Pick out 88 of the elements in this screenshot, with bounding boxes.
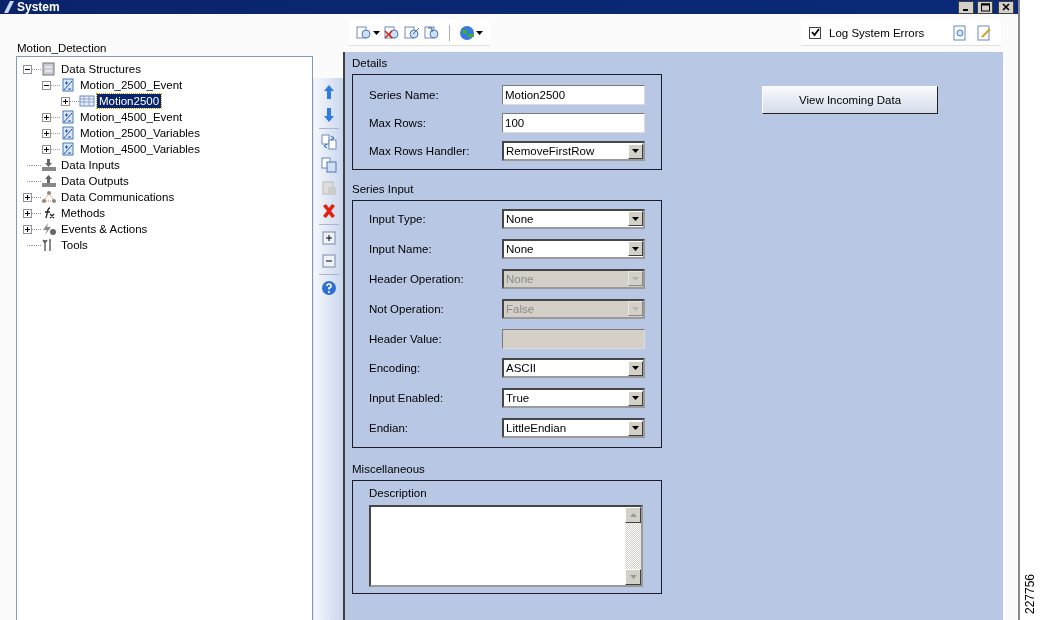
- field-label: Header Operation:: [369, 272, 464, 285]
- field-label: Endian:: [369, 422, 408, 435]
- dropdown-arrow-icon: [632, 306, 639, 311]
- plus-minus-document-icon: [60, 142, 76, 156]
- expand-icon[interactable]: [42, 112, 51, 122]
- dropdown-arrow-icon: [632, 149, 639, 153]
- field-label: Input Enabled:: [369, 392, 444, 405]
- paste-icon: [320, 180, 337, 196]
- scroll-up-icon: [629, 513, 637, 518]
- view-incoming-data-button[interactable]: View Incoming Data: [762, 86, 938, 114]
- tray-up-arrow-icon: [41, 174, 57, 188]
- input-field[interactable]: 100: [502, 113, 645, 133]
- collapse-all-icon: [320, 253, 337, 269]
- collapse-icon[interactable]: [23, 64, 32, 74]
- tree-item[interactable]: Data Outputs: [59, 174, 131, 188]
- maximize-icon: [980, 2, 990, 12]
- dropdown-arrow-icon: [476, 30, 483, 35]
- dropdown-field[interactable]: None: [502, 238, 645, 259]
- tree-item[interactable]: Motion2500: [97, 94, 162, 108]
- tree-item[interactable]: Motion_4500_Variables: [78, 142, 202, 156]
- dropdown-field[interactable]: None: [502, 208, 645, 229]
- expand-all-icon: [320, 230, 337, 246]
- tree-item[interactable]: Events & Actions: [59, 222, 150, 236]
- dropdown-arrow-icon: [632, 276, 639, 281]
- scrollbar[interactable]: [625, 507, 641, 586]
- maximize-button[interactable]: [977, 0, 993, 14]
- tree-item[interactable]: Methods: [59, 206, 108, 220]
- description-field[interactable]: [369, 505, 643, 588]
- lightning-gear-icon: [41, 222, 57, 236]
- dropdown-arrow-icon: [632, 426, 639, 431]
- dropdown-arrow-icon: [632, 246, 639, 251]
- minimize-button[interactable]: [958, 0, 974, 14]
- dropdown-field[interactable]: RemoveFirstRow: [502, 141, 645, 161]
- section-title: Miscellaneous: [352, 462, 426, 478]
- tree-item[interactable]: Motion_4500_Event: [78, 110, 185, 124]
- plus-minus-document-icon: [60, 126, 76, 140]
- field-label: Not Operation:: [369, 302, 444, 315]
- field-label: Max Rows Handler:: [369, 145, 470, 157]
- close-button[interactable]: [998, 0, 1014, 14]
- expand-icon[interactable]: [23, 224, 32, 234]
- preview-button[interactable]: [951, 22, 969, 43]
- collapse-icon[interactable]: [42, 80, 51, 90]
- expand-icon[interactable]: [23, 192, 32, 202]
- swap-documents-button[interactable]: [318, 132, 339, 152]
- close-icon: [1002, 3, 1010, 11]
- expand-icon[interactable]: [42, 144, 51, 154]
- window-title: System: [17, 0, 61, 14]
- dropdown-arrow-icon: [632, 396, 639, 401]
- plus-minus-document-icon: [60, 78, 76, 92]
- field-label: Description: [369, 487, 428, 500]
- expand-icon[interactable]: [61, 96, 70, 106]
- delete-icon: [320, 203, 337, 219]
- tree-item[interactable]: Tools: [59, 238, 90, 252]
- figure-number: 227756: [1023, 573, 1037, 614]
- dropdown-arrow-icon: [632, 216, 639, 221]
- dropdown-arrow-icon: [629, 575, 637, 580]
- dropdown-arrow-icon: [373, 30, 380, 35]
- tree-item[interactable]: Data Structures: [59, 62, 143, 76]
- field-label: Input Name:: [369, 242, 432, 255]
- section-title: Details: [352, 56, 389, 71]
- dropdown-field[interactable]: ASCII: [502, 358, 645, 379]
- field-label: Max Rows:: [369, 117, 426, 129]
- tree-item[interactable]: Data Communications: [59, 190, 177, 204]
- dropdown-field[interactable]: True: [502, 388, 645, 409]
- dropdown-field[interactable]: LittleEndian: [502, 418, 645, 439]
- copy-icon: [320, 157, 337, 173]
- table-icon: [79, 94, 95, 108]
- input-field[interactable]: Motion2500: [502, 85, 645, 105]
- network-nodes-icon: [41, 190, 57, 204]
- tree-item[interactable]: Motion_2500_Variables: [78, 126, 202, 140]
- database-icon: [41, 62, 57, 76]
- dropdown-arrow-icon: [632, 366, 639, 371]
- tree-item[interactable]: Data Inputs: [59, 158, 122, 172]
- expand-icon[interactable]: [42, 128, 51, 138]
- field-label: Input Type:: [369, 212, 426, 225]
- tree-item[interactable]: Motion_2500_Event: [78, 78, 185, 92]
- expand-icon[interactable]: [23, 208, 32, 218]
- section-title: Series Input: [352, 182, 415, 197]
- field-label: Series Name:: [369, 89, 439, 101]
- project-name: Motion_Detection: [16, 41, 108, 56]
- field-label: Header Value:: [369, 332, 442, 345]
- field-label: Encoding:: [369, 362, 421, 375]
- help-icon: [320, 280, 337, 296]
- checkbox[interactable]: [809, 26, 821, 39]
- checkbox-label: Log System Errors: [829, 26, 926, 39]
- plus-minus-document-icon: [60, 110, 76, 124]
- tray-down-arrow-icon: [41, 158, 57, 172]
- swap-documents-icon: [320, 134, 337, 150]
